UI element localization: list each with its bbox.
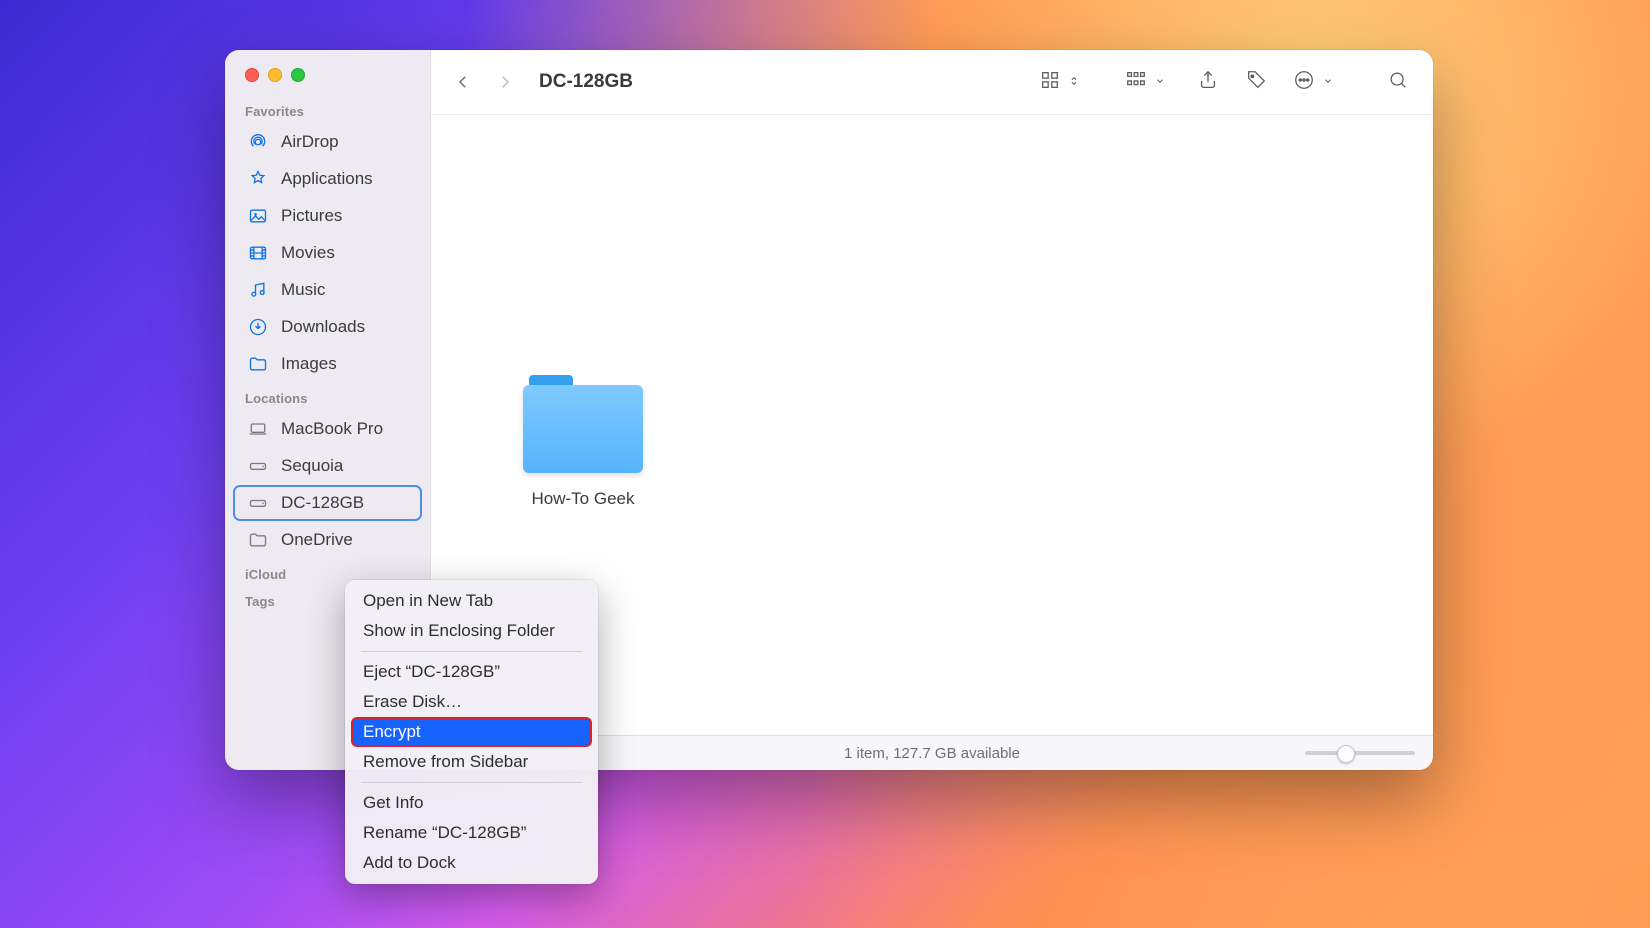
sidebar-item-music[interactable]: Music [233, 272, 422, 308]
folder-item[interactable]: How-To Geek [503, 375, 663, 509]
sidebar-item-label: AirDrop [281, 132, 339, 152]
context-menu-erase-disk[interactable]: Erase Disk… [351, 687, 592, 717]
more-icon [1293, 69, 1315, 96]
icon-size-slider[interactable] [1305, 751, 1415, 755]
laptop-icon [247, 418, 269, 440]
sidebar-item-label: OneDrive [281, 530, 353, 550]
share-button[interactable] [1191, 67, 1225, 97]
downloads-icon [247, 316, 269, 338]
tag-icon [1245, 69, 1267, 96]
sidebar-item-label: DC-128GB [281, 493, 364, 513]
sidebar-item-label: Applications [281, 169, 373, 189]
back-button[interactable] [449, 68, 477, 96]
toolbar: DC-128GB [431, 50, 1433, 115]
sidebar-header-favorites: Favorites [225, 96, 430, 123]
context-menu-open-new-tab[interactable]: Open in New Tab [351, 586, 592, 616]
sidebar-item-label: MacBook Pro [281, 419, 383, 439]
music-icon [247, 279, 269, 301]
search-button[interactable] [1381, 67, 1415, 97]
maximize-button[interactable] [291, 68, 305, 82]
grid-icon [1039, 69, 1061, 96]
forward-button[interactable] [491, 68, 519, 96]
sidebar-item-label: Downloads [281, 317, 365, 337]
context-menu-eject[interactable]: Eject “DC-128GB” [351, 657, 592, 687]
group-grid-icon [1125, 69, 1147, 96]
chevron-down-icon [1155, 73, 1165, 91]
sidebar-header-locations: Locations [225, 383, 430, 410]
sidebar-item-onedrive[interactable]: OneDrive [233, 522, 422, 558]
context-menu-show-enclosing[interactable]: Show in Enclosing Folder [351, 616, 592, 646]
context-menu-encrypt[interactable]: Encrypt [351, 717, 592, 747]
external-drive-icon [247, 492, 269, 514]
pictures-icon [247, 205, 269, 227]
sidebar-item-pictures[interactable]: Pictures [233, 198, 422, 234]
movies-icon [247, 242, 269, 264]
sidebar-item-macbook-pro[interactable]: MacBook Pro [233, 411, 422, 447]
search-icon [1387, 69, 1409, 96]
folder-label: How-To Geek [503, 489, 663, 509]
minimize-button[interactable] [268, 68, 282, 82]
sidebar-item-airdrop[interactable]: AirDrop [233, 124, 422, 160]
window-title: DC-128GB [539, 71, 633, 93]
group-by-button[interactable] [1119, 67, 1165, 97]
context-menu-remove-sidebar[interactable]: Remove from Sidebar [351, 747, 592, 777]
chevron-updown-icon [1069, 73, 1079, 91]
folder-icon [247, 529, 269, 551]
folder-icon [247, 353, 269, 375]
sidebar-item-downloads[interactable]: Downloads [233, 309, 422, 345]
action-menu-button[interactable] [1287, 67, 1333, 97]
share-icon [1197, 69, 1219, 96]
sidebar-item-applications[interactable]: Applications [233, 161, 422, 197]
airdrop-icon [247, 131, 269, 153]
context-menu-get-info[interactable]: Get Info [351, 788, 592, 818]
sidebar-item-label: Images [281, 354, 337, 374]
tags-button[interactable] [1239, 67, 1273, 97]
chevron-down-icon [1323, 73, 1333, 91]
context-menu-add-to-dock[interactable]: Add to Dock [351, 848, 592, 878]
hard-drive-icon [247, 455, 269, 477]
close-button[interactable] [245, 68, 259, 82]
context-menu-rename[interactable]: Rename “DC-128GB” [351, 818, 592, 848]
status-text: 1 item, 127.7 GB available [844, 745, 1020, 762]
sidebar-item-label: Sequoia [281, 456, 343, 476]
sidebar-item-dc-128gb[interactable]: DC-128GB [233, 485, 422, 521]
folder-icon [523, 375, 643, 473]
view-mode-button[interactable] [1033, 67, 1079, 97]
sidebar-item-label: Movies [281, 243, 335, 263]
context-menu-separator [361, 651, 582, 652]
applications-icon [247, 168, 269, 190]
sidebar-item-images[interactable]: Images [233, 346, 422, 382]
sidebar-item-movies[interactable]: Movies [233, 235, 422, 271]
sidebar-item-sequoia[interactable]: Sequoia [233, 448, 422, 484]
sidebar-item-label: Pictures [281, 206, 342, 226]
context-menu: Open in New Tab Show in Enclosing Folder… [345, 580, 598, 884]
context-menu-separator [361, 782, 582, 783]
sidebar-item-label: Music [281, 280, 325, 300]
window-controls [225, 62, 430, 96]
